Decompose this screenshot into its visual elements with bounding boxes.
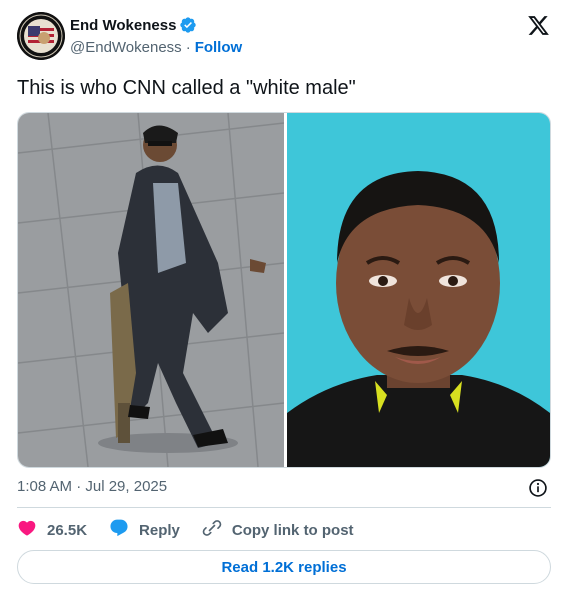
avatar[interactable] bbox=[17, 12, 65, 60]
copy-link-label: Copy link to post bbox=[231, 521, 354, 539]
x-logo-icon[interactable] bbox=[527, 14, 550, 37]
link-icon bbox=[202, 518, 222, 543]
follow-button[interactable]: Follow bbox=[195, 39, 243, 56]
like-button[interactable]: 26.5K bbox=[17, 518, 87, 543]
separator-dot: · bbox=[185, 38, 191, 56]
author-block: End Wokeness @EndWokeness · Follow bbox=[70, 15, 242, 57]
reply-label: Reply bbox=[139, 521, 180, 539]
media-grid[interactable] bbox=[17, 112, 551, 468]
post-text: This is who CNN called a "white male" bbox=[17, 77, 356, 99]
photo-surveillance-man[interactable] bbox=[18, 113, 284, 467]
reply-bubble-icon bbox=[109, 518, 129, 543]
heart-icon bbox=[17, 518, 37, 543]
copy-link-button[interactable]: Copy link to post bbox=[202, 518, 354, 543]
post-timestamp[interactable]: 1:08 AM · Jul 29, 2025 bbox=[17, 478, 167, 495]
display-name[interactable]: End Wokeness bbox=[70, 17, 176, 34]
like-count: 26.5K bbox=[47, 521, 88, 539]
read-replies-button[interactable]: Read 1.2K replies bbox=[17, 550, 551, 584]
verified-badge-icon bbox=[179, 16, 197, 34]
divider bbox=[17, 507, 551, 508]
action-bar: 26.5K Reply Copy link to post bbox=[17, 518, 376, 542]
info-icon[interactable] bbox=[528, 478, 548, 498]
reply-button[interactable]: Reply bbox=[109, 518, 180, 543]
embedded-post-card: End Wokeness @EndWokeness · Follow This … bbox=[0, 0, 568, 600]
handle[interactable]: @EndWokeness bbox=[70, 39, 182, 56]
photo-id-portrait[interactable] bbox=[287, 113, 550, 467]
